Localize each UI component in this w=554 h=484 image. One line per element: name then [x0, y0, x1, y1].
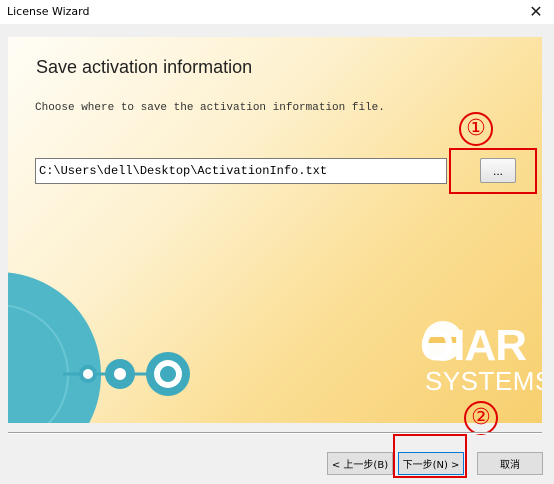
small-disc-1: [79, 365, 97, 383]
wizard-panel: Save activation information Choose where…: [8, 37, 542, 423]
next-button[interactable]: 下一步(N) >: [398, 452, 464, 475]
small-disc-3-hole: [160, 366, 176, 382]
iar-logo-subtitle: SYSTEMS: [425, 366, 542, 396]
annotation-box-browse: [449, 148, 537, 194]
save-path-input[interactable]: [35, 158, 447, 184]
window-title: License Wizard: [7, 5, 90, 18]
back-button[interactable]: < 上一步(B): [327, 452, 393, 475]
footer-separator: [8, 432, 542, 434]
annotation-number-1: ①: [459, 112, 493, 146]
annotation-number-2: ②: [464, 401, 498, 435]
cancel-button[interactable]: 取消: [477, 452, 543, 475]
iar-logo-text: OIAR: [420, 321, 527, 370]
large-disc: [8, 272, 101, 423]
page-description: Choose where to save the activation info…: [35, 102, 385, 114]
page-heading: Save activation information: [36, 57, 253, 77]
small-disc-2-hole: [114, 368, 126, 380]
close-icon[interactable]: ✕: [526, 2, 546, 22]
title-bar: License Wizard ✕: [0, 0, 554, 24]
